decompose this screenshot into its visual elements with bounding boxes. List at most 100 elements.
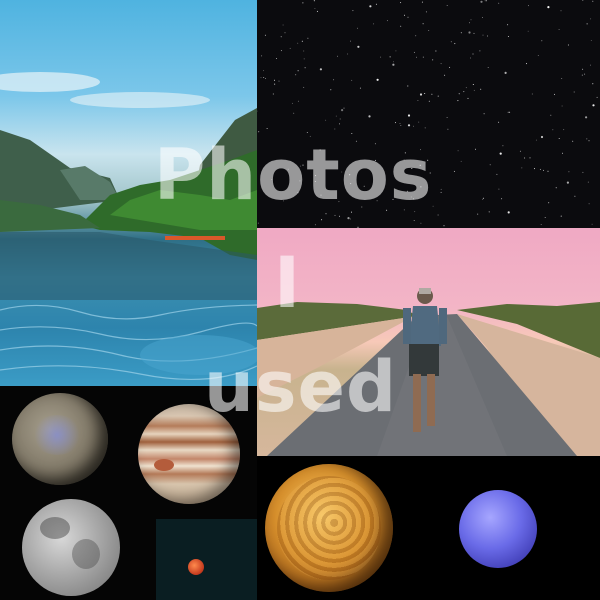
star xyxy=(339,118,341,120)
star xyxy=(369,5,372,8)
star xyxy=(547,6,550,9)
star xyxy=(531,93,533,95)
star xyxy=(363,185,365,187)
star xyxy=(418,121,420,123)
star xyxy=(300,165,302,167)
star xyxy=(413,220,415,221)
star xyxy=(446,5,448,6)
star xyxy=(297,42,299,44)
star xyxy=(588,140,590,142)
star xyxy=(386,20,388,22)
star xyxy=(407,190,408,192)
star xyxy=(303,86,305,88)
star xyxy=(519,150,521,152)
star xyxy=(428,30,430,31)
star xyxy=(280,50,282,52)
star xyxy=(469,22,470,24)
venus-planet-image xyxy=(265,464,393,592)
star xyxy=(301,40,303,42)
star xyxy=(263,77,265,78)
star xyxy=(440,191,442,193)
star xyxy=(355,140,357,142)
star xyxy=(291,102,293,104)
star xyxy=(507,24,509,26)
star xyxy=(334,214,336,216)
star xyxy=(357,45,360,48)
star xyxy=(489,164,491,166)
star xyxy=(473,32,475,34)
star xyxy=(540,224,542,225)
star xyxy=(502,145,504,147)
star xyxy=(422,23,424,25)
star xyxy=(283,200,284,202)
star xyxy=(351,79,353,81)
star xyxy=(582,171,584,173)
star xyxy=(333,79,335,81)
moon-image xyxy=(22,499,120,596)
star xyxy=(590,40,592,41)
star xyxy=(314,224,316,226)
mars-planet-image xyxy=(188,559,204,575)
star xyxy=(403,159,405,161)
star xyxy=(424,127,426,129)
star xyxy=(325,213,327,215)
neptune-planet-image xyxy=(459,490,537,568)
star xyxy=(498,2,500,4)
star xyxy=(319,68,322,71)
star xyxy=(380,56,382,58)
star xyxy=(352,10,354,12)
star xyxy=(411,168,413,169)
star xyxy=(325,119,327,121)
star xyxy=(535,139,537,141)
star xyxy=(422,56,424,58)
star xyxy=(413,125,414,127)
ceres-planet-image xyxy=(12,393,108,485)
star xyxy=(263,70,265,72)
star xyxy=(334,128,336,130)
star xyxy=(561,78,563,79)
star xyxy=(419,164,421,166)
star xyxy=(568,171,570,173)
star xyxy=(581,74,583,76)
star xyxy=(404,14,405,16)
star xyxy=(297,100,299,102)
star xyxy=(368,115,371,118)
star xyxy=(484,0,486,2)
star xyxy=(413,51,415,53)
person-walking-on-road-photo xyxy=(257,228,600,456)
star xyxy=(338,201,340,203)
star xyxy=(341,171,343,173)
star xyxy=(563,129,565,131)
star xyxy=(316,10,318,12)
star xyxy=(309,135,311,137)
star xyxy=(543,169,544,171)
star xyxy=(278,80,280,82)
star xyxy=(567,44,569,46)
star xyxy=(480,0,483,3)
star xyxy=(437,95,439,97)
star xyxy=(303,58,305,60)
star xyxy=(416,56,417,58)
star xyxy=(374,143,376,145)
star xyxy=(498,188,500,190)
star xyxy=(488,211,490,213)
star xyxy=(487,35,488,37)
star xyxy=(413,198,414,200)
star xyxy=(587,181,589,183)
star xyxy=(330,89,332,91)
star xyxy=(399,123,401,124)
star xyxy=(357,27,358,29)
star xyxy=(540,135,544,139)
star xyxy=(400,25,402,27)
star xyxy=(295,74,297,76)
star xyxy=(321,219,323,221)
star xyxy=(419,93,423,96)
star xyxy=(341,109,344,112)
star xyxy=(258,131,260,133)
lake-scene-art xyxy=(0,72,257,381)
star xyxy=(554,93,555,95)
star xyxy=(470,57,471,59)
star xyxy=(335,115,337,117)
star xyxy=(482,17,483,18)
star xyxy=(349,218,351,220)
